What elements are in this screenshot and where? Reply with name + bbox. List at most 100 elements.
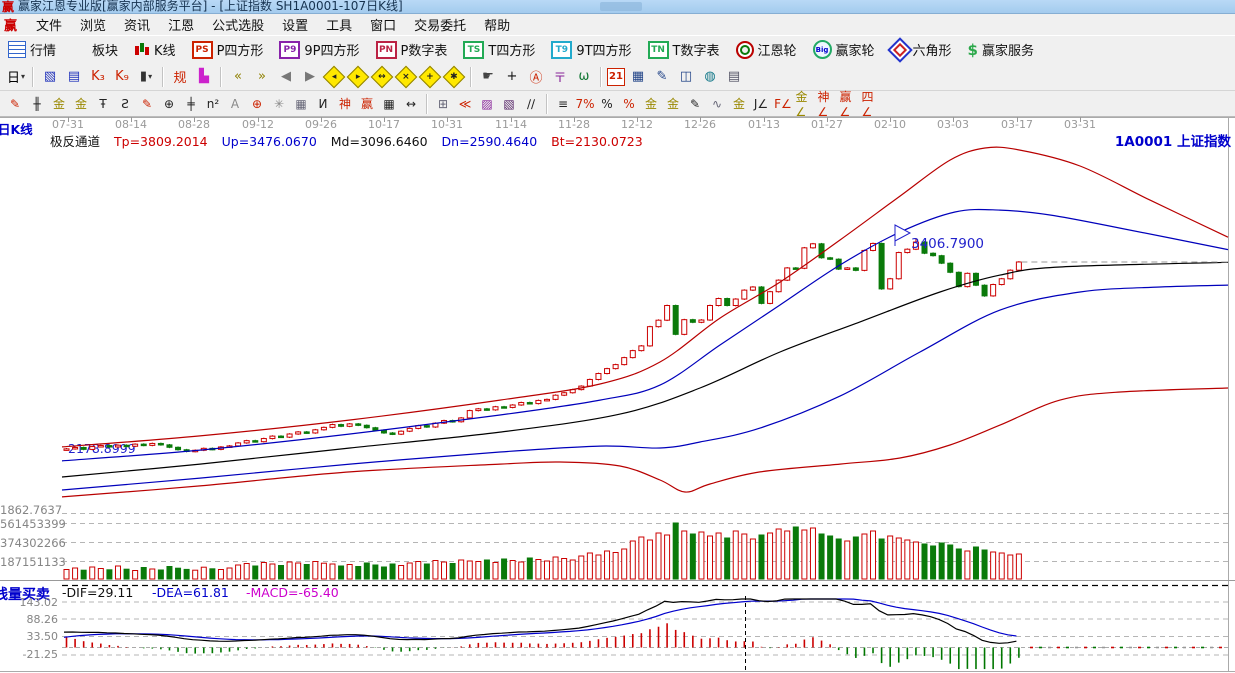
gold-angle-tool[interactable]: 金∠ — [795, 93, 816, 114]
toolbar-separator — [600, 67, 602, 87]
compass-tool[interactable]: ⊕ — [247, 93, 268, 114]
p9-square-button[interactable]: P99P四方形 — [271, 40, 367, 59]
gold-box-tool[interactable]: 金 — [729, 93, 750, 114]
print-icon[interactable]: ▤ — [723, 66, 745, 88]
fan-box-tool[interactable]: ▨ — [477, 93, 498, 114]
shen-grid-tool[interactable]: 神 — [335, 93, 356, 114]
date-tick-03-03: 03-03 — [928, 118, 978, 131]
compress-button[interactable]: × — [395, 65, 418, 88]
next-page-button[interactable]: ▶ — [299, 66, 321, 88]
percent-tool[interactable]: % — [597, 93, 618, 114]
fence-tool[interactable]: ▦ — [379, 93, 400, 114]
gold-line-tool[interactable]: 金 — [663, 93, 684, 114]
menu-item-4[interactable]: 公式选股 — [203, 15, 273, 34]
pencil-angle-tool[interactable]: ✎ — [137, 93, 158, 114]
t-square-button[interactable]: TST四方形 — [455, 40, 543, 59]
circle34-tool[interactable]: ⊕ — [159, 93, 180, 114]
spiral-tool[interactable]: Ƨ — [115, 93, 136, 114]
pattern-tool[interactable]: ω — [573, 66, 595, 88]
save-image-icon[interactable]: ◫ — [675, 66, 697, 88]
expand-button[interactable]: ↔ — [371, 65, 394, 88]
chart-window-icon[interactable]: ▧ — [39, 66, 61, 88]
formula-box-icon[interactable]: 规 — [169, 66, 191, 88]
menu-item-0[interactable]: 文件 — [27, 15, 71, 34]
pan-hand-tool[interactable]: ☛ — [477, 66, 499, 88]
t-number-button[interactable]: TNT数字表 — [640, 40, 728, 59]
menu-item-5[interactable]: 设置 — [273, 15, 317, 34]
first-page-button[interactable]: « — [227, 66, 249, 88]
prev-page-button[interactable]: ◀ — [275, 66, 297, 88]
ying-grid-tool[interactable]: 赢 — [357, 93, 378, 114]
quote-mark-tool[interactable]: И — [313, 93, 334, 114]
info-board-icon[interactable]: ▤ — [63, 66, 85, 88]
menu-item-1[interactable]: 浏览 — [71, 15, 115, 34]
gold-circle-tool[interactable]: 金 — [641, 93, 662, 114]
shift-right-button[interactable]: ▸ — [347, 65, 370, 88]
gann-wheel-button[interactable]: 江恩轮 — [728, 40, 805, 59]
shift-left-button[interactable]: ◂ — [323, 65, 346, 88]
crosshair-tool[interactable]: + — [501, 66, 523, 88]
winner-wheel-button[interactable]: Big赢家轮 — [805, 40, 883, 59]
hexagon-button[interactable]: 六角形 — [883, 40, 960, 59]
gann-gold-2-tool[interactable]: 金 — [71, 93, 92, 114]
menu-item-3[interactable]: 江恩 — [159, 15, 203, 34]
quotes-button[interactable]: 行情 — [0, 40, 64, 59]
f-angle-tool[interactable]: F∠ — [773, 93, 794, 114]
fan-red-tool[interactable]: ≪ — [455, 93, 476, 114]
titlebar-widget — [600, 2, 642, 11]
menu-item-9[interactable]: 帮助 — [475, 15, 519, 34]
j-angle-tool[interactable]: J∠ — [751, 93, 772, 114]
winner-service-button[interactable]: $赢家服务 — [960, 40, 1042, 59]
brush-tool[interactable]: ✎ — [685, 93, 706, 114]
notes-icon[interactable]: ✎ — [651, 66, 673, 88]
sectors-button-label: 板块 — [92, 40, 118, 59]
kline-button[interactable]: K线 — [126, 40, 184, 59]
star-grid-tool[interactable]: ✳ — [269, 93, 290, 114]
web-grid-tool[interactable]: ▦ — [291, 93, 312, 114]
period-day-select[interactable]: 日▾ — [5, 66, 27, 88]
calendar-icon[interactable]: 21 — [607, 68, 625, 86]
zoom-in-button[interactable]: + — [419, 65, 442, 88]
last-page-button[interactable]: » — [251, 66, 273, 88]
fan-square-tool[interactable]: ▧ — [499, 93, 520, 114]
kline-3-icon[interactable]: K₃ — [87, 66, 109, 88]
kline-9-icon[interactable]: K₉ — [111, 66, 133, 88]
chart-area[interactable]: 日K线 1A0001 上证指数 极反通道 Tp=3809.2014 Up=347… — [0, 117, 1235, 673]
si-angle-tool[interactable]: 四∠ — [861, 93, 882, 114]
percent-line-tool[interactable]: % — [619, 93, 640, 114]
candle-style-select[interactable]: ▮▾ — [135, 66, 157, 88]
percent-7-tool[interactable]: 7% — [575, 93, 596, 114]
calculator-icon[interactable]: ▦ — [627, 66, 649, 88]
wave-tool[interactable]: ∿ — [707, 93, 728, 114]
menu-item-8[interactable]: 交易委托 — [405, 15, 475, 34]
ying-angle-tool[interactable]: 赢∠ — [839, 93, 860, 114]
p-square-button[interactable]: PSP四方形 — [184, 40, 272, 59]
gann-gold-1-tool[interactable]: 金 — [49, 93, 70, 114]
sectors-button[interactable]: 板块 — [64, 40, 126, 59]
three-lines-tool[interactable]: ∕∕ — [521, 93, 542, 114]
web-export-icon[interactable]: ◍ — [699, 66, 721, 88]
menu-item-7[interactable]: 窗口 — [361, 15, 405, 34]
f-ruler-tool[interactable]: Ŧ — [93, 93, 114, 114]
mirror-a-tool[interactable]: A — [225, 93, 246, 114]
kline-button-icon — [134, 42, 150, 57]
menu-item-6[interactable]: 工具 — [317, 15, 361, 34]
pencil-tool[interactable]: ✎ — [5, 93, 26, 114]
menu-item-2[interactable]: 资讯 — [115, 15, 159, 34]
text-note-tool[interactable]: 〒 — [549, 66, 571, 88]
color-histogram-icon[interactable]: ▙ — [193, 66, 215, 88]
toolbar-separator — [426, 94, 428, 114]
ruler-tool[interactable]: ╫ — [27, 93, 48, 114]
n2-tool[interactable]: n² — [203, 93, 224, 114]
ruler2-tool[interactable]: ╪ — [181, 93, 202, 114]
date-tick-03-31: 03-31 — [1055, 118, 1105, 131]
title-bar[interactable]: 赢 赢家江恩专业版[赢家内部服务平台] - [上证指数 SH1A0001-107… — [0, 0, 1235, 14]
shen-angle-tool[interactable]: 神∠ — [817, 93, 838, 114]
span-arrow-tool[interactable]: ↔ — [401, 93, 422, 114]
p-number-button[interactable]: PNP数字表 — [368, 40, 456, 59]
list-percent-tool[interactable]: ≡ — [553, 93, 574, 114]
box-select-tool[interactable]: ⊞ — [433, 93, 454, 114]
zoom-all-button[interactable]: ✱ — [443, 65, 466, 88]
zoom-a-tool[interactable]: Ⓐ — [525, 66, 547, 88]
t9-square-button[interactable]: T99T四方形 — [543, 40, 639, 59]
